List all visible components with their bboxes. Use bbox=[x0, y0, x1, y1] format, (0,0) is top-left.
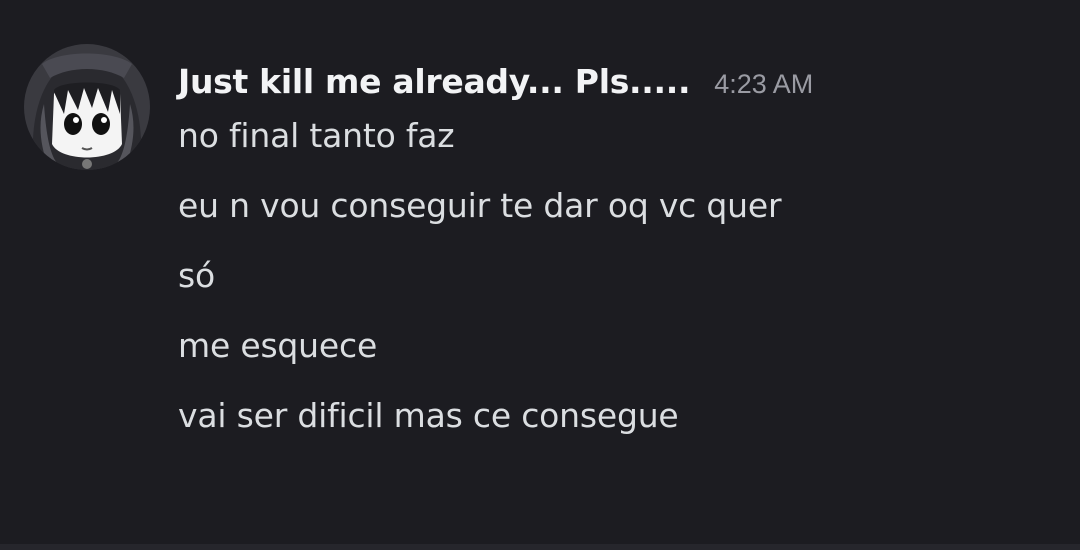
bottom-divider bbox=[0, 544, 1080, 550]
timestamp[interactable]: 4:23 AM bbox=[714, 69, 813, 100]
user-avatar[interactable] bbox=[24, 44, 150, 170]
message-text[interactable]: só bbox=[178, 252, 781, 300]
message-header: Just kill me already... Pls..... 4:23 AM bbox=[178, 62, 813, 110]
message-text[interactable]: me esquece bbox=[178, 322, 781, 370]
message-text[interactable]: vai ser dificil mas ce consegue bbox=[178, 392, 781, 440]
message-list: no final tanto faz eu n vou conseguir te… bbox=[178, 112, 782, 462]
username[interactable]: Just kill me already... Pls..... bbox=[178, 62, 691, 101]
chat-message-area: Just kill me already... Pls..... 4:23 AM… bbox=[0, 0, 1080, 544]
message-text[interactable]: no final tanto faz bbox=[178, 112, 781, 160]
message-text[interactable]: eu n vou conseguir te dar oq vc quer bbox=[178, 182, 782, 230]
hooded-anime-character-avatar-icon bbox=[24, 44, 150, 170]
